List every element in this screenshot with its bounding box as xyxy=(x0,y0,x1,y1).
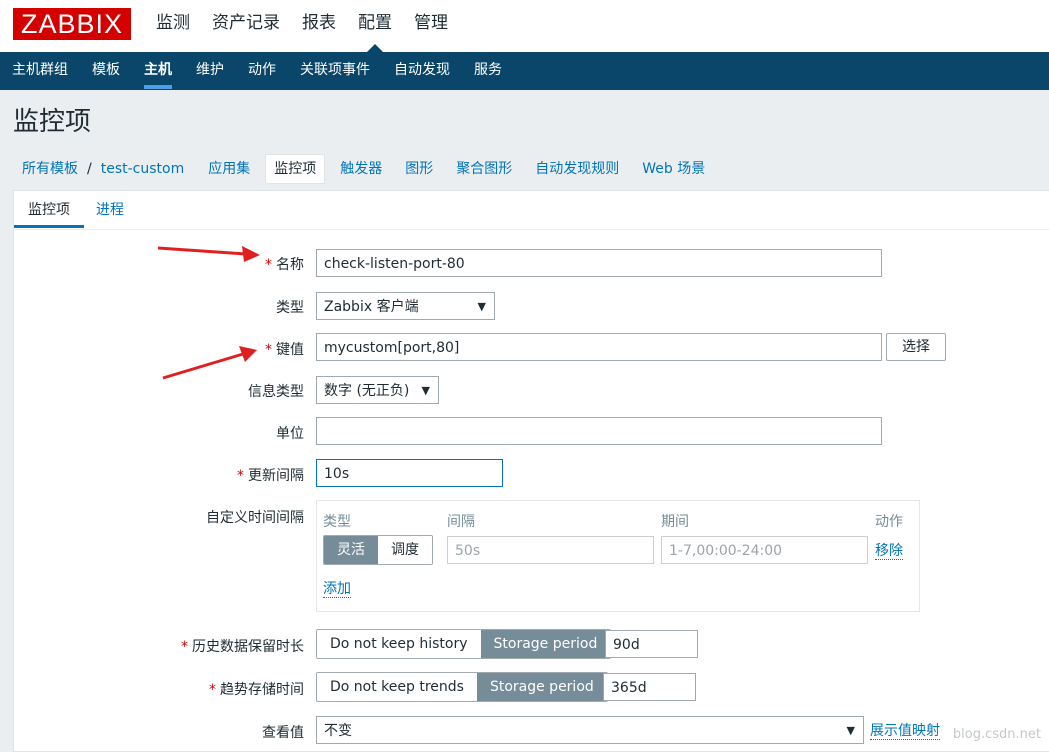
sub-menu-maintenance[interactable]: 维护 xyxy=(184,52,236,90)
sub-menu-actions[interactable]: 动作 xyxy=(236,52,288,90)
watermark: blog.csdn.net xyxy=(952,727,1041,742)
top-menu-reports[interactable]: 报表 xyxy=(291,0,347,52)
sub-menu-correlation[interactable]: 关联项事件 xyxy=(288,52,382,90)
info-type-select[interactable]: 数字 (无正负) xyxy=(316,376,439,405)
breadcrumb-items[interactable]: 监控项 xyxy=(265,154,326,184)
breadcrumb: 所有模板 / test-custom 应用集 监控项 触发器 图形 聚合图形 自… xyxy=(13,153,714,185)
custom-interval-input[interactable]: 50s xyxy=(447,536,654,564)
tab-item[interactable]: 监控项 xyxy=(14,191,84,228)
custom-col-action: 动作 xyxy=(875,514,903,530)
sub-menu-discovery[interactable]: 自动发现 xyxy=(382,52,462,90)
custom-col-interval: 间隔 xyxy=(447,514,475,530)
tab-process[interactable]: 进程 xyxy=(96,191,124,227)
breadcrumb-triggers[interactable]: 触发器 xyxy=(331,155,391,183)
page-title: 监控项 xyxy=(13,107,92,137)
top-menu-monitoring[interactable]: 监测 xyxy=(145,0,201,52)
annotation-arrow-icon xyxy=(157,246,260,262)
history-value-input[interactable]: 90d xyxy=(605,630,698,658)
select-button[interactable]: 选择 xyxy=(886,333,946,361)
annotation-arrow-icon xyxy=(162,346,257,380)
breadcrumb-all-templates[interactable]: 所有模板 xyxy=(13,155,87,183)
show-value-label: 查看值 xyxy=(262,725,304,741)
custom-type-scheduling[interactable]: 调度 xyxy=(378,536,432,564)
top-bar: ZABBIX 监测 资产记录 报表 配置 管理 xyxy=(0,0,1049,52)
custom-intervals-label: 自定义时间间隔 xyxy=(206,510,304,526)
breadcrumb-discovery-rules[interactable]: 自动发现规则 xyxy=(526,155,628,183)
breadcrumb-web-scenarios[interactable]: Web 场景 xyxy=(633,155,714,183)
history-label: * 历史数据保留时长 xyxy=(181,639,304,655)
custom-type-toggle: 灵活 调度 xyxy=(323,535,433,565)
history-no-keep-option[interactable]: Do not keep history xyxy=(317,630,481,658)
type-select[interactable]: Zabbix 客户端 xyxy=(316,292,495,321)
custom-add-link[interactable]: 添加 xyxy=(323,581,351,598)
trends-value-input[interactable]: 365d xyxy=(603,673,696,701)
history-toggle: Do not keep history Storage period xyxy=(316,629,612,659)
trends-storage-option[interactable]: Storage period xyxy=(476,673,607,701)
units-label: 单位 xyxy=(276,426,304,442)
top-menu: 监测 资产记录 报表 配置 管理 xyxy=(145,0,459,52)
trends-toggle: Do not keep trends Storage period xyxy=(316,672,608,702)
sub-menu-services[interactable]: 服务 xyxy=(462,52,514,90)
breadcrumb-template[interactable]: test-custom xyxy=(92,155,194,183)
top-menu-inventory[interactable]: 资产记录 xyxy=(201,0,291,52)
type-label: 类型 xyxy=(276,300,304,316)
name-input[interactable]: check-listen-port-80 xyxy=(316,249,882,277)
value-mapping-link[interactable]: 展示值映射 xyxy=(870,723,940,740)
custom-period-input[interactable]: 1-7,00:00-24:00 xyxy=(661,536,868,564)
custom-col-type: 类型 xyxy=(323,514,351,530)
top-menu-administration[interactable]: 管理 xyxy=(403,0,459,52)
interval-input[interactable]: 10s xyxy=(316,459,503,487)
breadcrumb-applications[interactable]: 应用集 xyxy=(199,155,259,183)
zabbix-logo[interactable]: ZABBIX xyxy=(13,8,131,40)
sub-menu-hosts[interactable]: 主机 xyxy=(132,52,184,90)
interval-label: * 更新间隔 xyxy=(237,468,304,484)
sub-menu: 主机群组 模板 主机 维护 动作 关联项事件 自动发现 服务 xyxy=(0,52,1049,90)
show-value-select[interactable]: 不变 xyxy=(316,716,864,745)
custom-remove-link[interactable]: 移除 xyxy=(875,543,903,560)
key-input[interactable]: mycustom[port,80] xyxy=(316,333,882,361)
history-storage-option[interactable]: Storage period xyxy=(480,630,611,658)
custom-type-flexible[interactable]: 灵活 xyxy=(324,536,378,564)
form-tabs: 监控项 进程 xyxy=(14,191,1049,230)
sub-menu-templates[interactable]: 模板 xyxy=(80,52,132,90)
trends-label: * 趋势存储时间 xyxy=(209,682,304,698)
top-menu-configuration[interactable]: 配置 xyxy=(347,0,403,52)
sub-menu-host-groups[interactable]: 主机群组 xyxy=(0,52,80,90)
custom-col-period: 期间 xyxy=(661,514,689,530)
breadcrumb-graphs[interactable]: 图形 xyxy=(396,155,442,183)
breadcrumb-screens[interactable]: 聚合图形 xyxy=(447,155,521,183)
units-input[interactable] xyxy=(316,417,882,445)
trends-no-keep-option[interactable]: Do not keep trends xyxy=(317,673,477,701)
